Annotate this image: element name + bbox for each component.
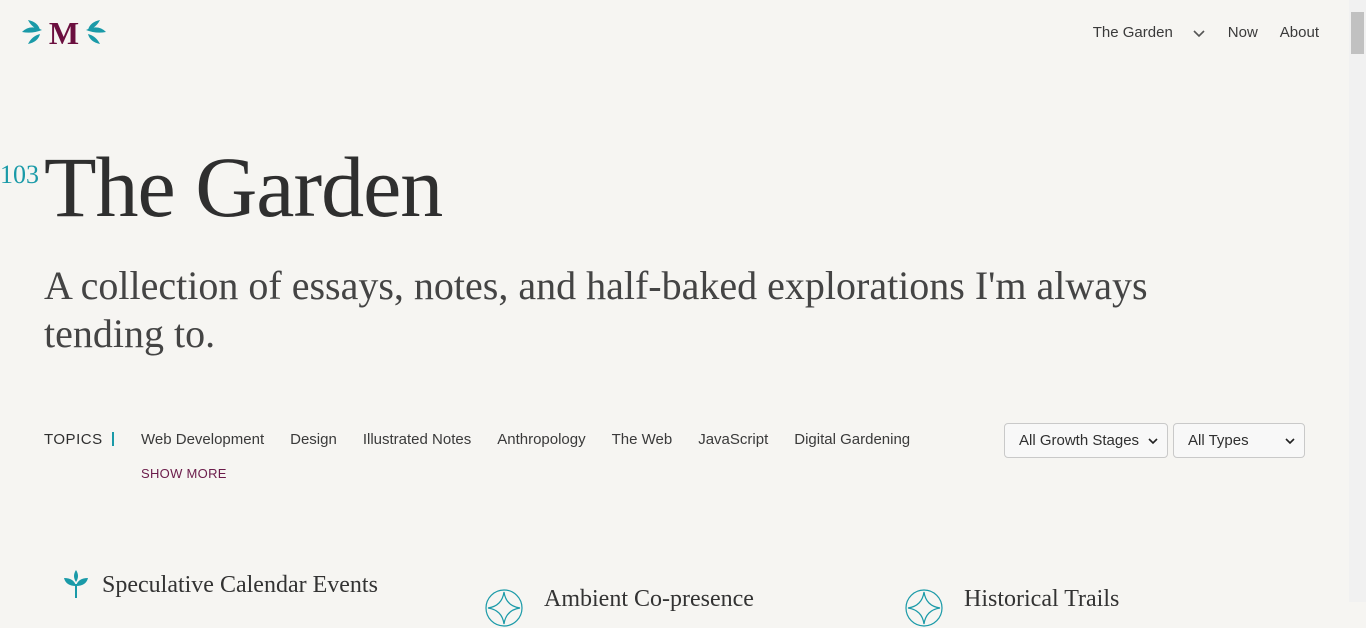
topic-link[interactable]: Web Development (141, 431, 264, 448)
growth-stage-select[interactable]: All Growth Stages (1004, 423, 1168, 458)
chevron-down-icon (1193, 29, 1205, 37)
select-value: All Growth Stages (1019, 432, 1140, 449)
note-count: 103 (0, 160, 39, 189)
seedling-icon (64, 570, 88, 598)
show-more-button[interactable]: SHOW MORE (141, 466, 227, 481)
nav-item-now[interactable]: Now (1228, 24, 1258, 41)
sparkle-circle-icon (905, 589, 943, 627)
logo-letter: M (49, 15, 79, 50)
topics-list: Web Development Design Illustrated Notes… (141, 431, 936, 448)
topics-label: TOPICS (44, 431, 103, 448)
note-card[interactable]: Ambient Co-presence (484, 570, 754, 628)
note-card-title: Historical Trails (964, 585, 1120, 612)
nav-item-label: Now (1227, 24, 1258, 41)
topic-link[interactable]: Illustrated Notes (363, 431, 471, 448)
topic-link[interactable]: Anthropology (497, 431, 585, 448)
sparkle-circle-icon (485, 589, 523, 627)
nav-item-label: About (1279, 24, 1319, 41)
chevron-down-icon (1285, 438, 1295, 445)
note-card-title: Speculative Calendar Events (102, 571, 378, 598)
nav-item-the-garden[interactable]: The Garden (1093, 24, 1206, 41)
page-subtitle: A collection of essays, notes, and half-… (44, 263, 1148, 356)
nav-item-about[interactable]: About (1280, 24, 1319, 41)
topic-link[interactable]: Digital Gardening (794, 431, 910, 448)
topic-link[interactable]: JavaScript (698, 431, 768, 448)
nav-item-label: The Garden (1092, 24, 1173, 41)
page-title: The Garden (44, 139, 443, 235)
type-select[interactable]: All Types (1173, 423, 1305, 458)
note-card[interactable]: Speculative Calendar Events (62, 570, 378, 600)
topics-divider (112, 432, 114, 446)
chevron-down-icon (1148, 438, 1158, 445)
top-nav: The Garden Now About (1093, 24, 1319, 41)
scrollbar-thumb[interactable] (1351, 12, 1364, 54)
note-card-title: Ambient Co-presence (544, 585, 754, 612)
site-logo[interactable]: M (20, 14, 108, 50)
select-value: All Types (1188, 432, 1249, 449)
topic-link[interactable]: The Web (612, 431, 673, 448)
note-card[interactable]: Historical Trails (904, 570, 1119, 628)
topic-link[interactable]: Design (290, 431, 337, 448)
scrollbar[interactable] (1349, 0, 1366, 602)
